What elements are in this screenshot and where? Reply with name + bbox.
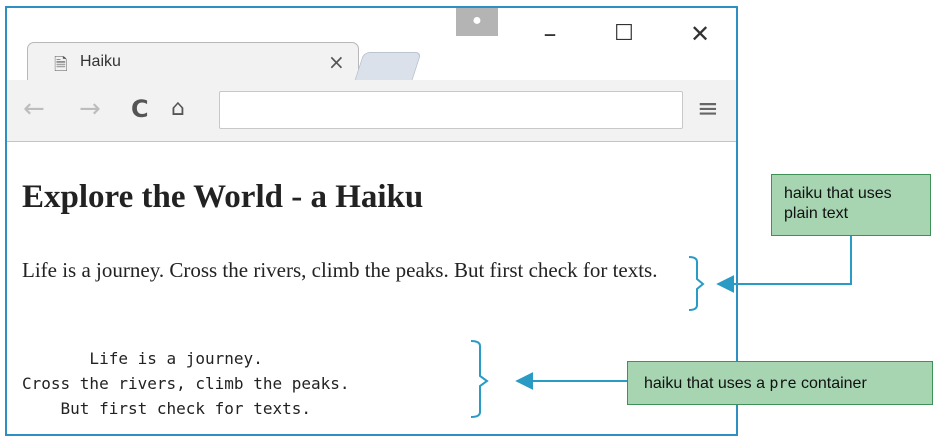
callout-text-suffix: container — [796, 375, 867, 392]
connector-plain-text — [716, 236, 852, 293]
callout-code-pre: pre — [769, 374, 797, 392]
bracket-pre-text — [470, 340, 489, 418]
callout-text-prefix: haiku that uses a — [644, 375, 770, 392]
callout-pre-container: haiku that uses a pre container — [627, 361, 933, 405]
callout-plain-text: haiku that uses plain text — [771, 174, 931, 236]
bracket-plain-text — [688, 256, 705, 311]
